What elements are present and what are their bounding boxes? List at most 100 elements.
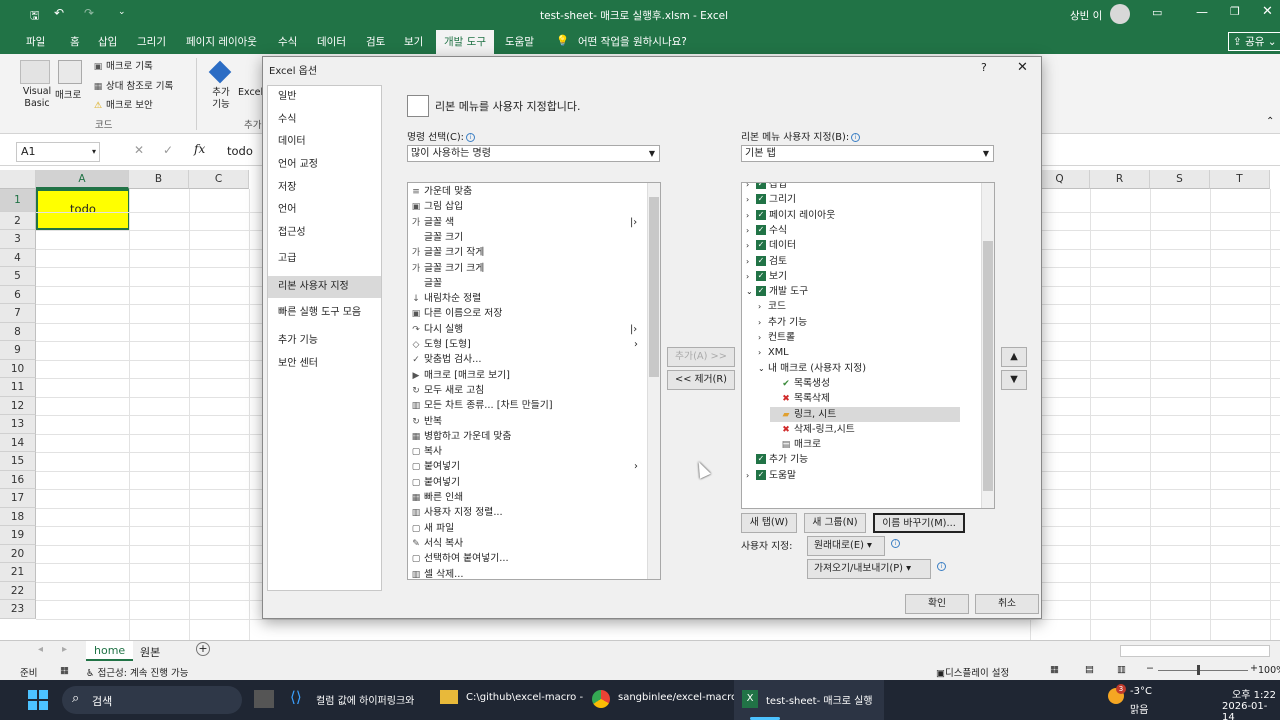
formula-input[interactable]: todo xyxy=(227,144,253,158)
taskbar-item-excel[interactable]: test-sheet- 매크로 실행 xyxy=(766,692,873,707)
restore-icon[interactable]: ❐ xyxy=(1230,5,1240,18)
new-tab-button[interactable]: 새 탭(W) xyxy=(741,513,797,533)
horizontal-scrollbar[interactable] xyxy=(1120,645,1270,657)
clock-time[interactable]: 오후 1:22 xyxy=(1232,686,1276,701)
row-header[interactable]: 8 xyxy=(0,322,36,341)
excel-addins-button[interactable]: Excel 추가 xyxy=(238,87,264,99)
expand-icon[interactable]: › xyxy=(758,315,768,330)
ribbon-tree-item[interactable]: › 추가 기능 xyxy=(758,315,807,330)
tell-me-search[interactable]: 어떤 작업을 원하시나요? xyxy=(578,34,687,49)
name-box[interactable]: A1 ▾ xyxy=(16,142,100,162)
add-sheet-icon[interactable]: + xyxy=(196,642,210,656)
command-item[interactable]: ◇ 도형 [도형] › xyxy=(408,337,638,352)
nav-item[interactable]: 접근성 xyxy=(268,222,381,244)
minimize-icon[interactable]: — xyxy=(1196,5,1208,19)
help-button[interactable]: ? xyxy=(981,61,987,74)
move-down-button[interactable]: ▼ xyxy=(1001,370,1027,390)
expand-icon[interactable]: › xyxy=(746,269,756,284)
column-header[interactable]: R xyxy=(1090,170,1150,189)
command-item[interactable]: ▢ 붙여넣기 xyxy=(408,475,460,490)
visual-basic-button[interactable]: Visual Basic xyxy=(20,86,54,110)
zoom-slider[interactable] xyxy=(1158,670,1248,671)
cancel-icon[interactable]: ✕ xyxy=(134,143,144,157)
import-export-button[interactable]: 가져오기/내보내기(P) ▾ xyxy=(807,559,931,579)
customize-qat-icon[interactable]: ⌄ xyxy=(118,7,126,17)
enter-icon[interactable]: ✓ xyxy=(163,143,173,157)
taskbar-item-vscode[interactable]: 컬럼 값에 하이퍼링크와 xyxy=(316,692,414,707)
zoom-slider-thumb[interactable] xyxy=(1197,665,1200,675)
tab-view[interactable]: 보기 xyxy=(404,34,423,49)
row-header[interactable]: 6 xyxy=(0,285,36,304)
command-item[interactable]: ▢ 붙여넣기 › xyxy=(408,459,638,474)
checkbox-icon[interactable]: ✓ xyxy=(756,194,766,205)
close-window-icon[interactable]: ✕ xyxy=(1262,4,1273,19)
commands-list[interactable]: ≡ 가운데 맞춤 ▣ 그림 삽입 가 글꼴 색 |› 글꼴 크기 가 글꼴 크기 작게 가 글꼴 크기… xyxy=(407,182,661,580)
command-item[interactable]: 글꼴 xyxy=(408,276,442,291)
nav-item[interactable]: 추가 기능 xyxy=(268,330,381,352)
page-layout-icon[interactable]: ▤ xyxy=(1085,664,1094,675)
row-header[interactable]: 19 xyxy=(0,526,36,545)
avatar[interactable] xyxy=(1110,4,1130,24)
expand-icon[interactable]: › xyxy=(746,192,756,207)
checkbox-icon[interactable]: ✓ xyxy=(756,270,766,281)
command-item[interactable]: ↓ 내림차순 정렬 xyxy=(408,291,481,306)
row-header[interactable]: 13 xyxy=(0,415,36,434)
cell-a1[interactable]: todo xyxy=(36,189,130,230)
macros-button[interactable]: 매크로 xyxy=(55,87,81,101)
nav-item[interactable]: 보안 센터 xyxy=(268,353,381,375)
tab-insert[interactable]: 삽입 xyxy=(98,34,117,49)
taskbar-search[interactable]: ⌕ 검색 xyxy=(62,686,242,714)
ribbon-tree-item[interactable]: › ✓ 삽입 xyxy=(746,183,787,192)
scroll-thumb[interactable] xyxy=(649,197,659,377)
nav-item[interactable]: 일반 xyxy=(268,86,381,108)
ribbon-tree-item[interactable]: ✔ 목록생성 xyxy=(770,376,830,391)
nav-item-ribbon-customize[interactable]: 리본 사용자 지정 xyxy=(268,276,381,298)
redo-icon[interactable]: ↷ xyxy=(84,6,94,20)
taskbar-item-explorer[interactable]: C:\github\excel-macro - xyxy=(466,692,583,703)
rename-button[interactable]: 이름 바꾸기(M)... xyxy=(873,513,965,533)
expand-icon[interactable]: › xyxy=(758,330,768,345)
ribbon-tree-item[interactable]: ⌄ ✓ 개발 도구 xyxy=(746,284,808,299)
dialog-close-button[interactable]: ✕ xyxy=(1017,60,1028,75)
command-item[interactable]: 글꼴 크기 xyxy=(408,230,463,245)
tab-review[interactable]: 검토 xyxy=(366,34,385,49)
customize-ribbon-select[interactable]: 기본 탭 ▼ xyxy=(741,145,994,162)
tab-developer[interactable]: 개발 도구 xyxy=(436,30,494,54)
command-item[interactable]: 가 글꼴 크기 작게 xyxy=(408,245,484,260)
ribbon-tree-item[interactable]: › ✓ 데이터 xyxy=(746,238,796,253)
checkbox-icon[interactable]: ✓ xyxy=(756,240,766,251)
command-item[interactable]: ↻ 모두 새로 고침 xyxy=(408,383,484,398)
cancel-button[interactable]: 취소 xyxy=(975,594,1039,614)
tab-file[interactable]: 파일 xyxy=(26,34,45,49)
tab-formulas[interactable]: 수식 xyxy=(278,34,297,49)
row-header[interactable]: 23 xyxy=(0,600,36,619)
display-settings[interactable]: ▣디스플레이 설정 xyxy=(936,665,1009,679)
checkbox-icon[interactable]: ✓ xyxy=(756,469,766,480)
next-sheet-icon[interactable]: ▸ xyxy=(62,644,67,655)
row-header[interactable]: 9 xyxy=(0,341,36,360)
row-header[interactable]: 3 xyxy=(0,230,36,249)
command-item[interactable]: ▢ 복사 xyxy=(408,444,442,459)
command-item[interactable]: ≡ 가운데 맞춤 xyxy=(408,184,472,199)
expand-icon[interactable]: › xyxy=(746,468,756,483)
row-header[interactable]: 12 xyxy=(0,396,36,415)
chrome-icon[interactable] xyxy=(592,690,610,708)
zoom-out-icon[interactable]: − xyxy=(1146,663,1154,674)
command-item[interactable]: ▥ 사용자 지정 정렬... xyxy=(408,505,503,520)
reset-button[interactable]: 원래대로(E) ▾ xyxy=(807,536,885,556)
collapse-ribbon-icon[interactable]: ⌃ xyxy=(1266,116,1274,127)
checkbox-icon[interactable]: ✓ xyxy=(756,286,766,297)
ribbon-tree-item[interactable]: ⌄ 내 매크로 (사용자 지정) xyxy=(758,361,866,376)
zoom-in-icon[interactable]: + xyxy=(1250,663,1258,674)
relative-ref-button[interactable]: ▦ 상대 참조로 기록 xyxy=(92,78,174,92)
checkbox-icon[interactable]: ✓ xyxy=(756,224,766,235)
row-header[interactable]: 18 xyxy=(0,507,36,526)
taskbar-item-chrome[interactable]: sangbinlee/excel-macrc xyxy=(618,692,736,703)
insert-function-icon[interactable]: fx xyxy=(194,142,205,156)
expand-icon[interactable]: › xyxy=(746,254,756,269)
nav-item[interactable]: 언어 xyxy=(268,199,381,221)
command-item[interactable]: ▦ 병합하고 가운데 맞춤 xyxy=(408,429,512,444)
command-item[interactable]: 가 글꼴 크기 크게 xyxy=(408,261,484,276)
undo-icon[interactable]: ↶ xyxy=(54,6,64,20)
commands-scrollbar[interactable] xyxy=(647,183,660,579)
